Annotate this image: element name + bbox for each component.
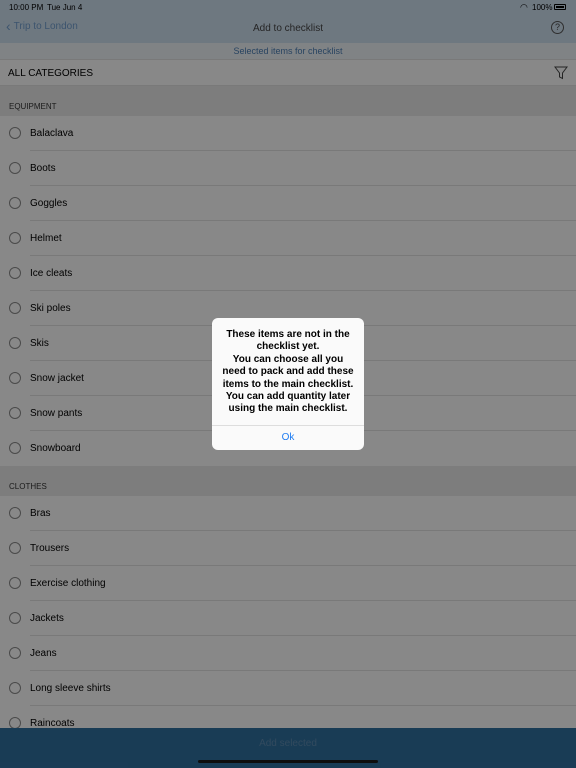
screen: 10:00 PM Tue Jun 4 ◠ 100% ‹ Trip to Lond… <box>0 0 576 768</box>
alert-message: These items are not in the checklist yet… <box>222 329 354 415</box>
ok-button[interactable]: Ok <box>212 426 364 450</box>
alert-dialog: These items are not in the checklist yet… <box>212 318 364 450</box>
